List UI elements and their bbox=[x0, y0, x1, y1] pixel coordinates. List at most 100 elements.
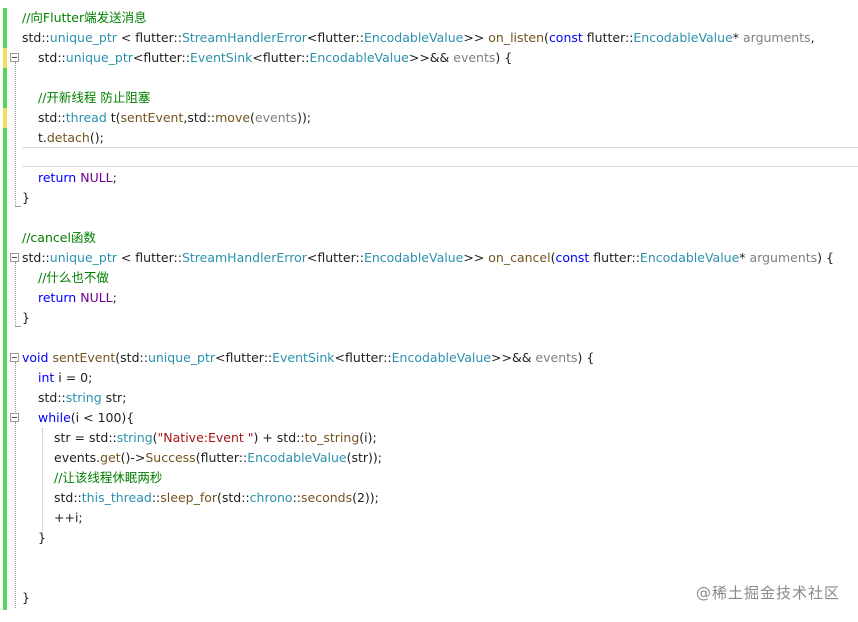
collapse-toggle-icon[interactable] bbox=[10, 353, 19, 362]
code-token: <flutter:: bbox=[252, 50, 310, 65]
code-token: >> bbox=[463, 250, 489, 265]
code-token: :: bbox=[151, 490, 161, 505]
code-token: :: bbox=[292, 490, 301, 505]
code-token: Success bbox=[145, 450, 196, 465]
code-line[interactable]: std::unique_ptr < flutter::StreamHandler… bbox=[22, 28, 815, 48]
current-line-highlight bbox=[22, 147, 858, 167]
collapse-toggle-icon[interactable] bbox=[10, 253, 19, 262]
code-token: seconds bbox=[301, 490, 353, 505]
code-token: arguments bbox=[749, 250, 818, 265]
code-token: events. bbox=[54, 450, 101, 465]
code-token: "Native:Event " bbox=[157, 430, 254, 445]
collapse-toggle-icon[interactable] bbox=[10, 53, 19, 62]
code-token: //什么也不做 bbox=[38, 270, 109, 285]
code-token: ,std:: bbox=[183, 110, 216, 125]
code-token: unique_ptr bbox=[65, 50, 133, 65]
code-token: } bbox=[38, 530, 46, 545]
code-token: (i); bbox=[359, 430, 377, 445]
code-line[interactable]: //开新线程 防止阻塞 bbox=[38, 88, 150, 108]
code-line[interactable]: } bbox=[22, 188, 30, 208]
code-token: ; bbox=[112, 170, 117, 185]
code-line[interactable]: return NULL; bbox=[38, 168, 117, 188]
code-token: StreamHandlerError bbox=[181, 250, 307, 265]
code-token: int bbox=[38, 370, 55, 385]
code-line[interactable]: t.detach(); bbox=[38, 128, 104, 148]
code-token: std:: bbox=[54, 490, 82, 505]
code-line[interactable]: str = std::string("Native:Event ") + std… bbox=[54, 428, 377, 448]
code-token: const bbox=[548, 30, 583, 45]
code-token: StreamHandlerError bbox=[181, 30, 307, 45]
code-token: unique_ptr bbox=[49, 30, 117, 45]
code-token: >>&& bbox=[408, 50, 454, 65]
code-line[interactable]: std::this_thread::sleep_for(std::chrono:… bbox=[54, 488, 379, 508]
code-token: EncodableValue bbox=[633, 30, 733, 45]
code-token: ) { bbox=[495, 50, 513, 65]
indent-guide bbox=[42, 428, 43, 540]
code-token: <flutter:: bbox=[132, 50, 190, 65]
code-token: void bbox=[22, 350, 49, 365]
code-line[interactable]: std::unique_ptr < flutter::StreamHandler… bbox=[22, 248, 834, 268]
code-line[interactable]: return NULL; bbox=[38, 288, 117, 308]
code-token: } bbox=[22, 310, 30, 325]
code-token: <flutter:: bbox=[306, 30, 364, 45]
code-token: EncodableValue bbox=[391, 350, 491, 365]
code-token: flutter:: bbox=[589, 250, 640, 265]
code-token: < flutter:: bbox=[116, 250, 182, 265]
code-token: detach bbox=[46, 130, 90, 145]
collapse-toggle-icon[interactable] bbox=[10, 413, 19, 422]
code-token: <flutter:: bbox=[215, 350, 273, 365]
code-token: //让该线程休眠两秒 bbox=[54, 470, 163, 485]
code-line[interactable]: //cancel函数 bbox=[22, 228, 96, 248]
code-token: (str)); bbox=[346, 450, 382, 465]
code-line[interactable]: int i = 0; bbox=[38, 368, 92, 388]
code-token: * bbox=[732, 30, 743, 45]
code-token: NULL bbox=[80, 290, 113, 305]
code-token: //开新线程 防止阻塞 bbox=[38, 90, 151, 105]
code-token: sleep_for bbox=[160, 490, 218, 505]
code-editor[interactable]: //向Flutter端发送消息std::unique_ptr < flutter… bbox=[0, 0, 858, 622]
fold-rail bbox=[15, 62, 16, 206]
code-token: t( bbox=[106, 110, 121, 125]
code-token: ++i; bbox=[54, 510, 83, 525]
code-token: move bbox=[215, 110, 251, 125]
code-line[interactable]: events.get()->Success(flutter::Encodable… bbox=[54, 448, 382, 468]
code-token: unique_ptr bbox=[147, 350, 216, 365]
code-line[interactable]: ++i; bbox=[54, 508, 83, 528]
code-token: get bbox=[100, 450, 121, 465]
code-line[interactable]: std::thread t(sentEvent,std::move(events… bbox=[38, 108, 311, 128]
code-token: string bbox=[116, 430, 153, 445]
code-line[interactable]: } bbox=[22, 588, 30, 608]
code-line[interactable]: std::string str; bbox=[38, 388, 126, 408]
code-token: <flutter:: bbox=[334, 350, 392, 365]
code-token: } bbox=[22, 190, 30, 205]
code-token: events bbox=[254, 110, 298, 125]
fold-rail bbox=[15, 262, 16, 326]
code-token: EventSink bbox=[272, 350, 335, 365]
code-line[interactable]: } bbox=[38, 528, 46, 548]
change-bar-unsaved bbox=[3, 48, 7, 68]
code-token: thread bbox=[65, 110, 107, 125]
code-token: //向Flutter端发送消息 bbox=[22, 10, 147, 25]
code-token: sentEvent bbox=[52, 350, 116, 365]
code-token: while bbox=[38, 410, 71, 425]
code-line[interactable]: //向Flutter端发送消息 bbox=[22, 8, 147, 28]
code-token: (i < 100){ bbox=[70, 410, 135, 425]
code-token: events bbox=[453, 50, 496, 65]
code-line[interactable]: //让该线程休眠两秒 bbox=[54, 468, 162, 488]
code-token: )); bbox=[297, 110, 312, 125]
code-line[interactable]: while(i < 100){ bbox=[38, 408, 134, 428]
code-line[interactable]: //什么也不做 bbox=[38, 268, 109, 288]
code-token: events bbox=[535, 350, 578, 365]
code-token: EncodableValue bbox=[363, 250, 464, 265]
code-token: EventSink bbox=[189, 50, 253, 65]
code-line[interactable]: std::unique_ptr<flutter::EventSink<flutt… bbox=[38, 48, 512, 68]
code-token: flutter:: bbox=[582, 30, 634, 45]
code-token: (flutter:: bbox=[195, 450, 248, 465]
code-token: ()-> bbox=[120, 450, 146, 465]
code-line[interactable]: } bbox=[22, 308, 30, 328]
code-line[interactable]: void sentEvent(std::unique_ptr<flutter::… bbox=[22, 348, 594, 368]
code-token: return bbox=[38, 290, 77, 305]
code-token: to_string bbox=[304, 430, 360, 445]
code-token: >> bbox=[463, 30, 489, 45]
code-token: str = std:: bbox=[54, 430, 117, 445]
